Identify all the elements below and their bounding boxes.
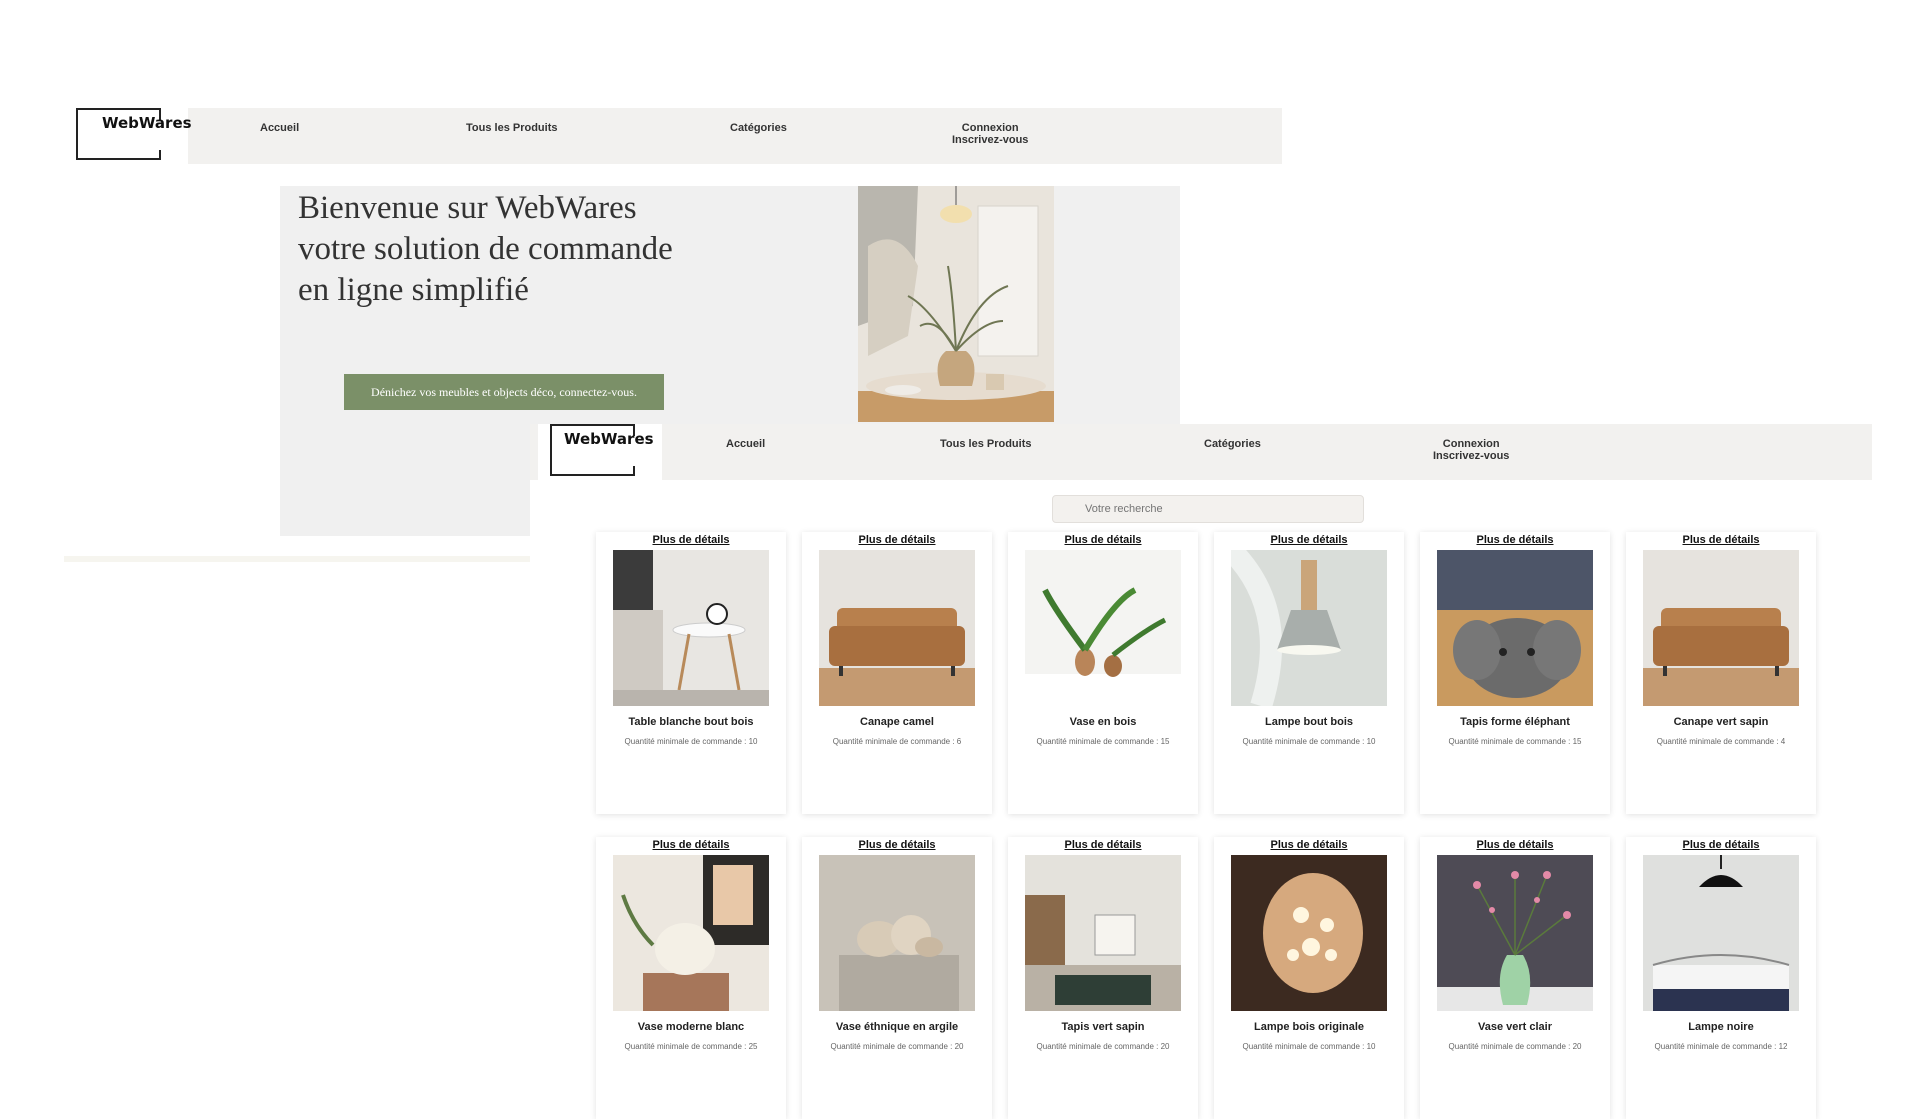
nav-login-link[interactable]: Connexion <box>1433 438 1509 450</box>
product-image[interactable] <box>1231 550 1387 706</box>
product-card[interactable]: Plus de détails Lampe bois originale Quant… <box>1214 837 1404 1119</box>
hero-image <box>858 186 1054 422</box>
product-min-quantity: Quantité minimale de commande : 20 <box>1448 1042 1582 1051</box>
hero-title: Bienvenue sur WebWares votre solution de… <box>298 188 738 311</box>
product-min-quantity: Quantité minimale de commande : 20 <box>830 1042 964 1051</box>
search-input[interactable] <box>1052 495 1364 523</box>
product-min-quantity: Quantité minimale de commande : 10 <box>1242 737 1376 746</box>
nav-auth-links: Connexion Inscrivez-vous <box>1433 438 1509 462</box>
product-image[interactable] <box>1025 855 1181 1011</box>
product-name: Lampe bois originale <box>1253 1021 1365 1033</box>
logo-text: WebWares <box>564 430 654 448</box>
nav-all-products-link[interactable]: Tous les Produits <box>940 438 1031 450</box>
product-image[interactable] <box>819 550 975 706</box>
hero-title-line-1: Bienvenue sur WebWares <box>298 190 637 226</box>
product-card[interactable]: Plus de détails Lampe bout bois Quantité m… <box>1214 532 1404 814</box>
product-card[interactable]: Plus de détails Vase éthnique en argile Qu… <box>802 837 992 1119</box>
product-name: Vase en bois <box>1069 716 1137 728</box>
product-details-link[interactable]: Plus de détails <box>1420 534 1610 546</box>
product-card[interactable]: Plus de détails Tapis forme éléphant Quant… <box>1420 532 1610 814</box>
product-image[interactable] <box>613 855 769 1011</box>
product-image[interactable] <box>1231 855 1387 1011</box>
nav-categories-link[interactable]: Catégories <box>730 122 787 134</box>
product-details-link[interactable]: Plus de détails <box>596 839 786 851</box>
product-name: Canape camel <box>860 716 934 728</box>
logo-text: WebWares <box>102 114 192 132</box>
product-card[interactable]: Plus de détails Tapis vert sapin Quantité … <box>1008 837 1198 1119</box>
product-details-link[interactable]: Plus de détails <box>1626 534 1816 546</box>
product-name: Lampe noire <box>1688 1021 1754 1033</box>
product-min-quantity: Quantité minimale de commande : 20 <box>1036 1042 1170 1051</box>
product-min-quantity: Quantité minimale de commande : 4 <box>1656 737 1786 746</box>
home-nav-bar: WebWares Accueil Tous les Produits Catég… <box>64 108 1282 164</box>
nav-signup-link[interactable]: Inscrivez-vous <box>1433 450 1509 462</box>
product-name: Canape vert sapin <box>1673 716 1769 728</box>
nav-all-products-link[interactable]: Tous les Produits <box>466 122 557 134</box>
product-card[interactable]: Plus de détails Canape vert sapin Quantité… <box>1626 532 1816 814</box>
product-min-quantity: Quantité minimale de commande : 10 <box>1242 1042 1376 1051</box>
product-details-link[interactable]: Plus de détails <box>1008 534 1198 546</box>
hero-title-line-3: en ligne simplifié <box>298 272 529 308</box>
product-details-link[interactable]: Plus de détails <box>1214 839 1404 851</box>
product-image[interactable] <box>1643 550 1799 706</box>
product-image[interactable] <box>1643 855 1799 1011</box>
product-name: Tapis forme éléphant <box>1460 716 1570 728</box>
nav-categories-link[interactable]: Catégories <box>1204 438 1261 450</box>
product-card[interactable]: Plus de détails Canape camel Quantité mini… <box>802 532 992 814</box>
product-min-quantity: Quantité minimale de commande : 15 <box>1036 737 1170 746</box>
product-image[interactable] <box>613 550 769 706</box>
hero-cta-button[interactable]: Dénichez vos meubles et objects déco, co… <box>344 374 664 410</box>
hero-title-line-2: votre solution de commande <box>298 231 673 267</box>
product-name: Tapis vert sapin <box>1061 1021 1145 1033</box>
product-name: Vase moderne blanc <box>637 1021 745 1033</box>
product-name: Table blanche bout bois <box>628 716 754 728</box>
product-details-link[interactable]: Plus de détails <box>596 534 786 546</box>
product-details-link[interactable]: Plus de détails <box>1008 839 1198 851</box>
product-details-link[interactable]: Plus de détails <box>1214 534 1404 546</box>
product-details-link[interactable]: Plus de détails <box>802 839 992 851</box>
product-name: Vase éthnique en argile <box>835 1021 959 1033</box>
product-min-quantity: Quantité minimale de commande : 6 <box>832 737 962 746</box>
product-details-link[interactable]: Plus de détails <box>1420 839 1610 851</box>
product-image[interactable] <box>1437 855 1593 1011</box>
logo[interactable]: WebWares <box>64 108 192 164</box>
product-min-quantity: Quantité minimale de commande : 12 <box>1654 1042 1788 1051</box>
nav-signup-link[interactable]: Inscrivez-vous <box>952 134 1028 146</box>
product-image[interactable] <box>1025 550 1181 706</box>
product-min-quantity: Quantité minimale de commande : 25 <box>624 1042 758 1051</box>
product-card[interactable]: Plus de détails Lampe noire Quantité minim… <box>1626 837 1816 1119</box>
product-name: Lampe bout bois <box>1265 716 1353 728</box>
product-details-link[interactable]: Plus de détails <box>802 534 992 546</box>
product-card[interactable]: Plus de détails Vase en bois Quantité mini… <box>1008 532 1198 814</box>
product-min-quantity: Quantité minimale de commande : 15 <box>1448 737 1582 746</box>
nav-home-link[interactable]: Accueil <box>726 438 765 450</box>
page-divider <box>64 556 530 562</box>
product-image[interactable] <box>1437 550 1593 706</box>
product-name: Vase vert clair <box>1477 1021 1552 1033</box>
product-image[interactable] <box>819 855 975 1011</box>
product-min-quantity: Quantité minimale de commande : 10 <box>624 737 758 746</box>
product-card[interactable]: Plus de détails Table blanche bout bois Qu… <box>596 532 786 814</box>
logo[interactable]: WebWares <box>538 424 662 480</box>
product-details-link[interactable]: Plus de détails <box>1626 839 1816 851</box>
products-nav-bar: WebWares Accueil Tous les Produits Catég… <box>530 424 1872 480</box>
product-card[interactable]: Plus de détails Vase moderne blanc Quantit… <box>596 837 786 1119</box>
nav-home-link[interactable]: Accueil <box>260 122 299 134</box>
nav-auth-links: Connexion Inscrivez-vous <box>952 122 1028 146</box>
nav-login-link[interactable]: Connexion <box>952 122 1028 134</box>
product-card[interactable]: Plus de détails Vase vert clair Quantité m… <box>1420 837 1610 1119</box>
